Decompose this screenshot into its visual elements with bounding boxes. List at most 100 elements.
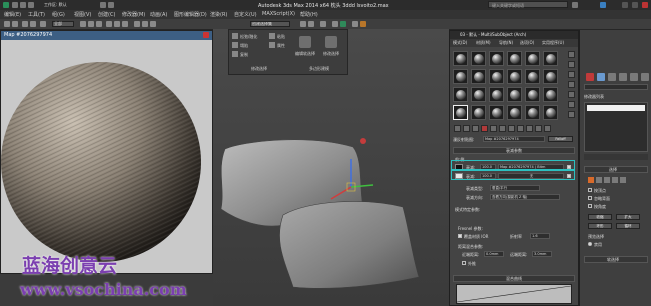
menu-group[interactable]: 组(G) [52,11,65,18]
get-material-icon[interactable] [454,125,461,132]
shrink-button[interactable]: 收缩 [588,214,612,220]
border-mode-icon[interactable] [604,177,610,183]
by-angle-checkbox[interactable] [588,204,592,208]
motion-tab-icon[interactable] [619,73,627,81]
uv-tiling-icon[interactable] [568,81,575,88]
angle-snap-icon[interactable] [142,21,148,27]
sample-slot[interactable] [453,69,468,84]
ribbon-label-relax[interactable]: 松弛/融化 [240,34,257,40]
select-by-name-icon[interactable] [88,21,94,27]
region-select-icon[interactable] [96,21,102,27]
display-tab-icon[interactable] [630,73,638,81]
ribbon-label-properties[interactable]: 属性 [277,43,285,49]
make-preview-icon[interactable] [568,101,575,108]
sample-slot[interactable] [543,87,558,102]
backlight-icon[interactable] [568,61,575,68]
map-name-field[interactable]: Map #2076297974 [483,136,545,142]
pillow-front[interactable] [279,201,420,289]
minimize-icon[interactable] [622,2,628,8]
ribbon-label-copy[interactable]: 复制 [240,52,248,58]
unlink-icon[interactable] [30,21,36,27]
render-icon[interactable] [360,21,366,27]
sample-slot[interactable] [525,105,540,120]
sample-slot[interactable] [543,105,558,120]
collapse-icon[interactable] [232,42,238,48]
preview-off-radio[interactable] [588,242,592,246]
modify-tab-icon[interactable] [597,73,605,81]
menu-tools[interactable]: 工具(T) [28,11,45,18]
sample-slot[interactable] [525,87,540,102]
show-end-result-icon[interactable] [526,125,533,132]
sample-slot[interactable] [453,87,468,102]
me-menu-utilities[interactable]: 实用程序(U) [542,40,564,46]
paste-icon[interactable] [269,33,275,39]
align-icon[interactable] [308,21,314,27]
mix-curve-graph[interactable] [456,284,572,304]
modifier-list-dropdown[interactable]: 修改器列表 [584,94,604,100]
sample-slot[interactable] [453,51,468,66]
selection-rollout[interactable]: 选择 [584,166,648,173]
render-setup-icon[interactable] [352,21,358,27]
ribbon-label-paste[interactable]: 粘贴 [277,34,285,40]
sample-slot[interactable] [471,105,486,120]
menu-graph-editors[interactable]: 图形编辑器(D) [174,11,207,18]
move-icon[interactable] [106,21,112,27]
hierarchy-tab-icon[interactable] [608,73,616,81]
search-icon[interactable] [572,2,578,8]
ignore-backfacing-checkbox[interactable] [588,196,592,200]
element-mode-icon[interactable] [620,177,626,183]
me-menu-options[interactable]: 选项(O) [520,40,534,46]
put-material-icon[interactable] [463,125,470,132]
sample-type-icon[interactable] [568,51,575,58]
properties-icon[interactable] [269,42,275,48]
open-file-icon[interactable] [20,2,26,8]
falloff-type-dropdown[interactable]: 垂直/平行 [490,185,540,191]
ribbon-label-polygon-modeling[interactable]: 多边形建模 [309,66,329,72]
menu-views[interactable]: 视图(V) [74,11,91,18]
menu-animation[interactable]: 动画(A) [150,11,167,18]
extrapolate-checkbox[interactable] [462,261,466,265]
sample-slot[interactable] [525,69,540,84]
go-to-parent-icon[interactable] [535,125,542,132]
polygon-mode-icon[interactable] [612,177,618,183]
menu-create[interactable]: 创建(C) [98,11,115,18]
menu-edit[interactable]: 编辑(E) [4,11,21,18]
undo-tool-icon[interactable] [4,21,10,27]
material-editor-icon[interactable] [340,21,346,27]
sample-slot[interactable] [507,69,522,84]
sample-slot[interactable] [489,105,504,120]
soft-selection-rollout[interactable]: 软选择 [584,256,648,263]
save-file-icon[interactable] [28,2,34,8]
background-icon[interactable] [568,71,575,78]
near-distance-field[interactable]: 0.0mm [484,251,504,257]
named-selection-set-dropdown[interactable]: 创建选择集 [250,21,290,27]
utilities-tab-icon[interactable] [641,73,649,81]
modifier-stack[interactable] [584,102,648,152]
show-map-icon[interactable] [517,125,524,132]
reset-map-icon[interactable] [481,125,488,132]
ribbon-label-soft-selection[interactable]: 编辑软选择 [295,51,315,57]
new-file-icon[interactable] [12,2,18,8]
sample-slot[interactable] [507,105,522,120]
options-icon[interactable] [568,111,575,118]
sample-slot[interactable] [489,69,504,84]
me-menu-material[interactable]: 材质(M) [476,40,491,46]
search-input[interactable]: 键入关键字或短语 [488,1,568,8]
selection-filter-dropdown[interactable]: 全部 [52,21,74,27]
ring-button[interactable]: 环形 [588,223,612,229]
maximize-icon[interactable] [632,2,638,8]
mirror-icon[interactable] [300,21,306,27]
help-icon[interactable] [600,2,606,8]
object-name-field[interactable] [584,84,648,90]
ribbon-label-collapse[interactable]: 塌陷 [240,43,248,49]
sample-slot[interactable] [543,69,558,84]
falloff-direction-dropdown[interactable]: 查看方向(摄影机 Z 轴) [490,194,560,200]
menu-help[interactable]: 帮助(H) [300,11,318,18]
map-type-button[interactable]: Falloff [548,136,573,142]
menu-rendering[interactable]: 渲染(R) [210,11,227,18]
select-object-icon[interactable] [80,21,86,27]
vertex-mode-icon[interactable] [588,177,594,183]
rollout-mix-curve[interactable]: 混合曲线 [453,275,575,282]
close-icon[interactable] [642,2,648,8]
app-logo-icon[interactable] [3,2,9,8]
